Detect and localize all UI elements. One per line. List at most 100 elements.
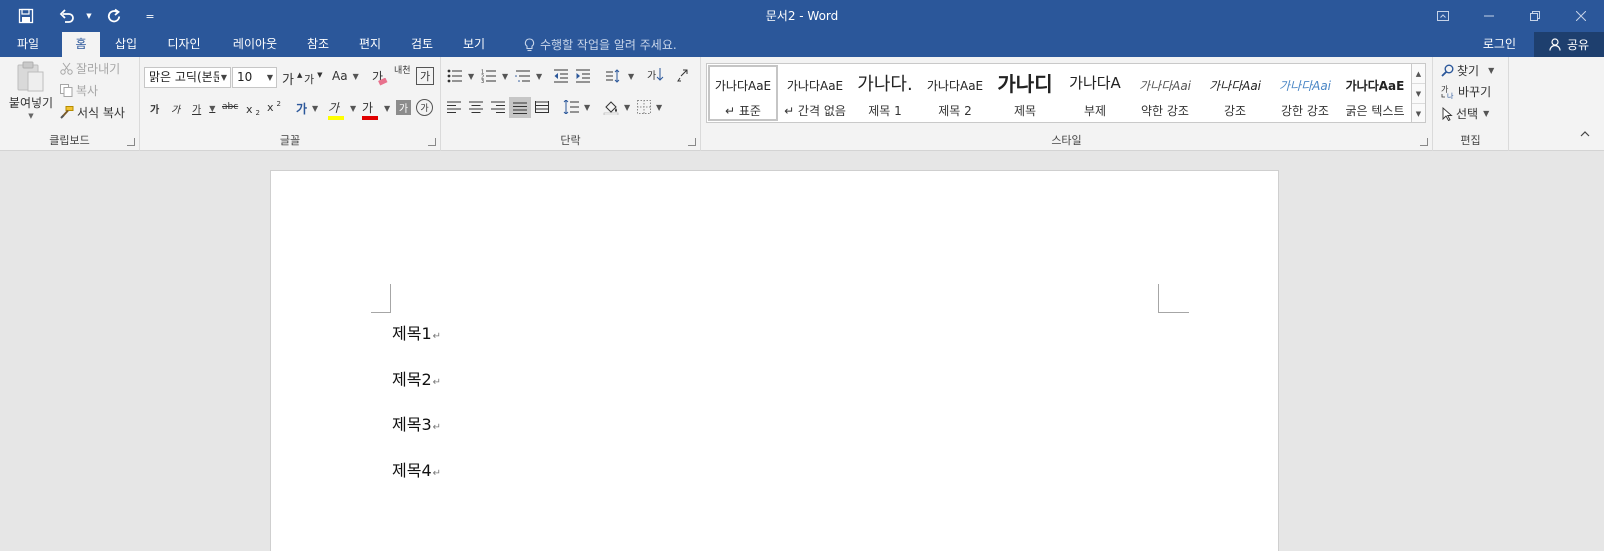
customize-qat-button[interactable]: = xyxy=(132,0,168,32)
font-size-dropdown[interactable]: 10 ▼ xyxy=(232,67,277,88)
close-button[interactable] xyxy=(1558,0,1604,32)
login-link[interactable]: 로그인 xyxy=(1483,32,1516,57)
cut-button[interactable]: 잘라내기 xyxy=(60,60,120,77)
restore-button[interactable] xyxy=(1512,0,1558,32)
paragraph-heading-4[interactable]: 제목4↵ xyxy=(392,457,441,481)
align-left-button[interactable] xyxy=(447,101,461,113)
svg-text:3: 3 xyxy=(481,79,484,83)
shrink-font-button[interactable]: 가 ▼ xyxy=(304,71,323,87)
undo-button[interactable] xyxy=(52,0,82,32)
bold-button[interactable]: 가 xyxy=(150,101,159,116)
tell-me-placeholder: 수행할 작업을 알려 주세요. xyxy=(540,38,677,52)
font-name-dropdown[interactable]: 맑은 고딕(본둔 ▼ xyxy=(144,67,231,88)
style-name: 강한 강조 xyxy=(1281,104,1329,118)
align-center-button[interactable] xyxy=(469,101,483,113)
style-strong[interactable]: 가나다AaE 굵은 텍스트 xyxy=(1340,65,1410,121)
style-no-spacing[interactable]: 가나다AaE ↵ 간격 없음 xyxy=(780,65,850,121)
tab-mailings[interactable]: 편지 xyxy=(352,32,388,57)
italic-button[interactable]: 가 xyxy=(171,101,180,116)
collapse-ribbon-button[interactable] xyxy=(1580,131,1590,137)
align-right-button[interactable] xyxy=(491,101,505,113)
paragraph-dialog-launcher[interactable] xyxy=(688,138,696,146)
ribbon-display-options-button[interactable] xyxy=(1420,0,1466,32)
paste-button[interactable]: 붙여넣기 ▼ xyxy=(6,61,56,125)
show-formatting-marks-button[interactable] xyxy=(677,69,689,83)
tab-layout[interactable]: 레이아웃 xyxy=(226,32,284,57)
minimize-button[interactable] xyxy=(1466,0,1512,32)
increase-indent-icon xyxy=(575,69,591,83)
font-color-button[interactable]: 가 xyxy=(362,99,378,120)
numbering-button[interactable]: 123 ▼ xyxy=(481,69,508,84)
style-intense-emphasis[interactable]: 가나다Aai 강한 강조 xyxy=(1270,65,1340,121)
tab-references[interactable]: 참조 xyxy=(300,32,336,57)
style-title[interactable]: 가나디 제목 xyxy=(990,65,1060,121)
shading-button[interactable]: ▼ xyxy=(603,99,630,115)
subscript-label: x xyxy=(246,102,253,116)
decrease-indent-button[interactable] xyxy=(553,69,569,83)
document-page[interactable]: 제목1↵ 제목2↵ 제목3↵ 제목4↵ xyxy=(270,170,1279,551)
highlight-dropdown[interactable]: ▼ xyxy=(348,104,356,113)
share-button[interactable]: 공유 xyxy=(1534,32,1604,57)
gallery-more-button[interactable]: ▼ xyxy=(1412,104,1425,124)
document-area[interactable]: 제목1↵ 제목2↵ 제목3↵ 제목4↵ xyxy=(0,151,1604,551)
copy-button[interactable]: 복사 xyxy=(60,82,98,99)
style-name: 제목 1 xyxy=(868,104,902,118)
tab-home[interactable]: 홈 xyxy=(62,32,100,57)
text-effects-button[interactable]: 가 ▼ xyxy=(296,100,318,117)
find-button[interactable]: 찾기 ▼ xyxy=(1441,62,1494,79)
increase-indent-button[interactable] xyxy=(575,69,591,83)
save-button[interactable] xyxy=(0,0,52,32)
tab-design[interactable]: 디자인 xyxy=(160,32,208,57)
tab-review[interactable]: 검토 xyxy=(404,32,440,57)
style-subtle-emphasis[interactable]: 가나다Aai 약한 강조 xyxy=(1130,65,1200,121)
tab-view[interactable]: 보기 xyxy=(456,32,492,57)
style-emphasis[interactable]: 가나다Aai 강조 xyxy=(1200,65,1270,121)
styles-gallery: 가나다AaE ↵ 표준 가나다AaE ↵ 간격 없음 가나다. 제목 1 가나다… xyxy=(706,63,1412,123)
style-sample: 가나다AaE xyxy=(714,79,772,93)
phonetic-guide-button[interactable]: 내천 xyxy=(394,67,411,76)
font-name-value: 맑은 고딕(본둔 xyxy=(149,70,219,84)
enclose-characters-button[interactable]: 가 xyxy=(416,99,433,116)
borders-button[interactable]: ▼ xyxy=(637,100,662,114)
gallery-scroll-down-button[interactable]: ▼ xyxy=(1412,84,1425,104)
sort-button[interactable]: 가 xyxy=(647,67,664,82)
select-button[interactable]: 선택 ▼ xyxy=(1441,105,1489,122)
replace-button[interactable]: 가나 바꾸기 xyxy=(1441,83,1491,100)
bullets-button[interactable]: ▼ xyxy=(447,69,474,83)
change-case-button[interactable]: Aa ▼ xyxy=(332,69,359,83)
clipboard-dialog-launcher[interactable] xyxy=(127,138,135,146)
paragraph-heading-1[interactable]: 제목1↵ xyxy=(392,320,441,344)
subscript-button[interactable]: x2 xyxy=(246,101,260,118)
tab-file[interactable]: 파일 xyxy=(4,32,52,57)
grow-font-button[interactable]: 가 ▲ xyxy=(282,69,302,89)
gallery-scroll-up-button[interactable]: ▲ xyxy=(1412,64,1425,84)
style-subtitle[interactable]: 가나다A 부제 xyxy=(1060,65,1130,121)
undo-dropdown[interactable]: ▼ xyxy=(82,0,96,32)
style-normal[interactable]: 가나다AaE ↵ 표준 xyxy=(708,65,778,121)
justify-button[interactable] xyxy=(509,97,531,118)
font-dialog-launcher[interactable] xyxy=(428,138,436,146)
font-color-dropdown[interactable]: ▼ xyxy=(382,104,390,113)
tell-me-search[interactable]: 수행할 작업을 알려 주세요. xyxy=(524,32,677,57)
style-heading-1[interactable]: 가나다. 제목 1 xyxy=(850,65,920,121)
line-spacing-button[interactable]: ▼ xyxy=(563,100,590,114)
distributed-button[interactable] xyxy=(535,101,549,113)
superscript-button[interactable]: x2 xyxy=(267,100,281,115)
character-shading-button[interactable]: 가 xyxy=(396,100,411,115)
paragraph-heading-3[interactable]: 제목3↵ xyxy=(392,411,441,435)
asian-layout-button[interactable]: ▼ xyxy=(605,69,634,83)
clear-formatting-button[interactable]: 가 xyxy=(372,68,388,86)
character-border-button[interactable]: 가 xyxy=(416,67,434,85)
numbered-list-icon: 123 xyxy=(481,69,497,83)
multilevel-list-button[interactable]: ▼ xyxy=(515,69,542,83)
lightbulb-icon xyxy=(524,37,535,52)
redo-button[interactable] xyxy=(96,0,132,32)
styles-dialog-launcher[interactable] xyxy=(1420,138,1428,146)
highlight-color-button[interactable]: 가 xyxy=(328,99,344,120)
underline-button[interactable]: 가 ▼ xyxy=(192,101,215,116)
format-painter-button[interactable]: 서식 복사 xyxy=(60,104,125,121)
paragraph-heading-2[interactable]: 제목2↵ xyxy=(392,366,441,390)
style-heading-2[interactable]: 가나다AaE 제목 2 xyxy=(920,65,990,121)
tab-insert[interactable]: 삽입 xyxy=(106,32,146,57)
strikethrough-button[interactable]: abc xyxy=(222,102,238,112)
